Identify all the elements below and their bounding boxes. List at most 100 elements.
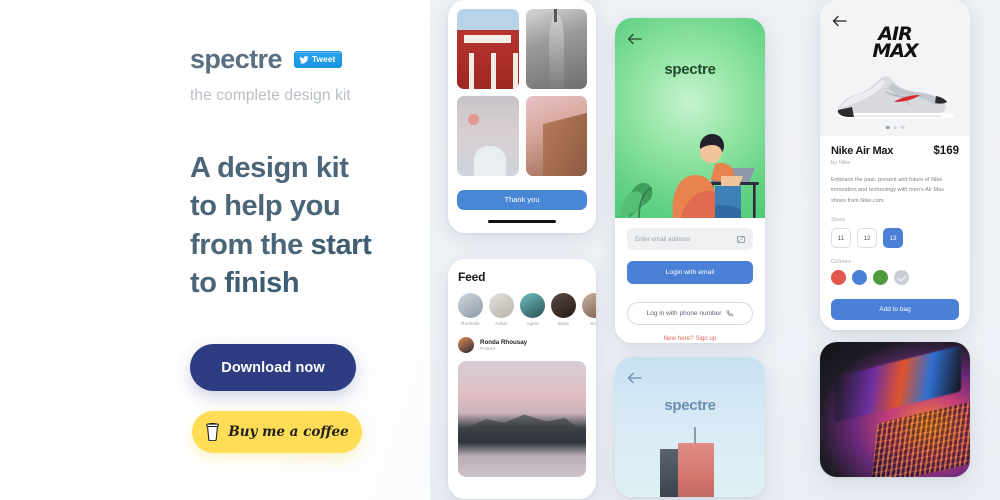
twitter-bird-icon — [299, 55, 309, 64]
story-item[interactable]: Kim — [582, 293, 596, 326]
page-title: spectre — [190, 44, 282, 74]
headline-emphasis-finish: finish — [224, 266, 300, 299]
post-location: Poland — [480, 346, 495, 352]
tagline: the complete design kit — [190, 87, 351, 104]
sneaker-photo — [837, 76, 954, 118]
add-to-bag-button[interactable]: Add to bag — [831, 299, 959, 321]
download-button[interactable]: Download now — [190, 344, 356, 392]
size-selector: 11 12 13 — [831, 228, 959, 249]
feed-phone: Feed Rochelle Adam Agem Barie Ki Ronda R… — [448, 259, 596, 499]
colour-swatch-red[interactable] — [831, 270, 846, 286]
story-item[interactable]: Barie — [551, 293, 576, 326]
story-name: Agem — [526, 321, 539, 326]
back-arrow-icon[interactable] — [627, 371, 642, 389]
carousel-dots[interactable] — [885, 125, 905, 129]
headline-line-2: to help you — [190, 190, 341, 223]
post-image[interactable] — [458, 361, 586, 477]
avatar — [582, 293, 596, 318]
carousel-dot[interactable] — [900, 125, 905, 129]
person-at-laptop-illustration — [620, 134, 759, 218]
brand-row: spectre Tweet — [190, 44, 430, 75]
login-form: Enter email address Login with email Log… — [615, 218, 765, 343]
photo-grid — [457, 9, 587, 176]
coffee-cup-icon — [205, 423, 220, 442]
headline-line-3-prefix: from the — [190, 228, 311, 261]
photo-thumbnail[interactable] — [457, 96, 519, 176]
showcase-section: Thank you Feed Rochelle Adam Agem Barie … — [430, 0, 1000, 500]
tweet-button[interactable]: Tweet — [293, 51, 343, 68]
avatar — [458, 337, 474, 353]
story-item[interactable]: Agem — [520, 293, 545, 326]
macbook-phone — [820, 342, 970, 477]
size-option[interactable]: 12 — [857, 228, 877, 249]
story-item[interactable]: Rochelle — [458, 293, 483, 326]
post-header: Ronda Rhousay Poland — [458, 337, 586, 353]
air-max-logo: AIR MAX — [872, 24, 918, 61]
stories-row: Rochelle Adam Agem Barie Ki — [458, 293, 596, 326]
avatar — [489, 293, 514, 318]
blue-spectre-phone: spectre — [615, 357, 765, 497]
colour-swatch-green[interactable] — [873, 270, 888, 286]
showcase-column-3: AIR MAX Nike Air Max $169 by Nike Embrac… — [820, 0, 970, 477]
phone-icon — [726, 310, 734, 317]
product-phone: AIR MAX Nike Air Max $169 by Nike Embrac… — [820, 0, 970, 330]
landing-page: spectre Tweet the complete design kit A … — [0, 0, 1000, 500]
macbook-photo[interactable] — [820, 342, 970, 477]
size-option-selected[interactable]: 13 — [883, 228, 903, 249]
headline-emphasis-start: start — [310, 228, 372, 261]
avatar — [520, 293, 545, 318]
login-title: spectre — [664, 61, 716, 78]
story-name: Kim — [590, 321, 596, 326]
story-name: Rochelle — [461, 321, 480, 326]
size-option[interactable]: 11 — [831, 228, 851, 249]
buy-me-a-coffee-label: Buy me a coffee — [228, 424, 349, 441]
colour-swatch-blue[interactable] — [852, 270, 867, 286]
envelope-icon — [737, 235, 745, 243]
email-field[interactable]: Enter email address — [627, 228, 753, 250]
story-item[interactable]: Adam — [489, 293, 514, 326]
product-description: Embrace the past, present and future of … — [831, 177, 945, 204]
product-brand: by Nike — [831, 160, 851, 166]
avatar — [551, 293, 576, 318]
product-details: Nike Air Max $169 by Nike Embrace the pa… — [820, 136, 970, 321]
photo-thumbnail[interactable] — [525, 9, 587, 89]
photo-thumbnail[interactable] — [457, 9, 519, 89]
post-author: Ronda Rhousay — [480, 338, 528, 346]
avatar — [458, 293, 483, 318]
login-hero: spectre — [615, 18, 765, 218]
thank-you-button[interactable]: Thank you — [457, 190, 587, 210]
tweet-button-label: Tweet — [311, 54, 336, 65]
blue-title: spectre — [664, 397, 716, 414]
login-with-email-button[interactable]: Login with email — [627, 261, 753, 284]
product-title-row: Nike Air Max $169 — [831, 145, 959, 157]
carousel-dot[interactable] — [893, 125, 897, 129]
carousel-dot[interactable] — [885, 125, 890, 129]
showcase-column-2: spectre Enter email address Login with e… — [615, 0, 765, 497]
login-with-phone-button[interactable]: Log in with phone number — [627, 302, 753, 325]
building-photo — [656, 427, 724, 497]
product-price: $169 — [933, 145, 959, 157]
macbook-keyboard — [870, 399, 970, 477]
login-phone: spectre Enter email address Login with e… — [615, 18, 765, 343]
buy-me-a-coffee-button[interactable]: Buy me a coffee — [192, 411, 362, 454]
story-name: Barie — [557, 321, 570, 326]
login-with-phone-label: Log in with phone number — [646, 310, 722, 317]
back-arrow-icon[interactable] — [832, 14, 847, 32]
photo-grid-phone: Thank you — [448, 0, 596, 233]
product-name: Nike Air Max — [831, 145, 894, 157]
sizes-label: Sizes — [831, 217, 846, 224]
home-indicator — [488, 220, 556, 223]
feed-title: Feed — [458, 270, 486, 284]
headline-line-4-prefix: to — [190, 266, 225, 299]
colour-swatch-grey-selected[interactable] — [894, 270, 909, 286]
signup-link[interactable]: New here? Sign up — [627, 335, 753, 342]
showcase-column-1: Thank you Feed Rochelle Adam Agem Barie … — [448, 0, 596, 499]
product-hero: AIR MAX — [820, 0, 970, 136]
photo-thumbnail[interactable] — [525, 96, 587, 176]
blue-hero: spectre — [615, 357, 765, 497]
colour-selector — [831, 270, 959, 286]
story-name: Adam — [495, 321, 508, 326]
colours-label: Colours — [831, 259, 851, 266]
back-arrow-icon[interactable] — [627, 32, 642, 50]
hero-section: spectre Tweet the complete design kit A … — [0, 0, 430, 500]
